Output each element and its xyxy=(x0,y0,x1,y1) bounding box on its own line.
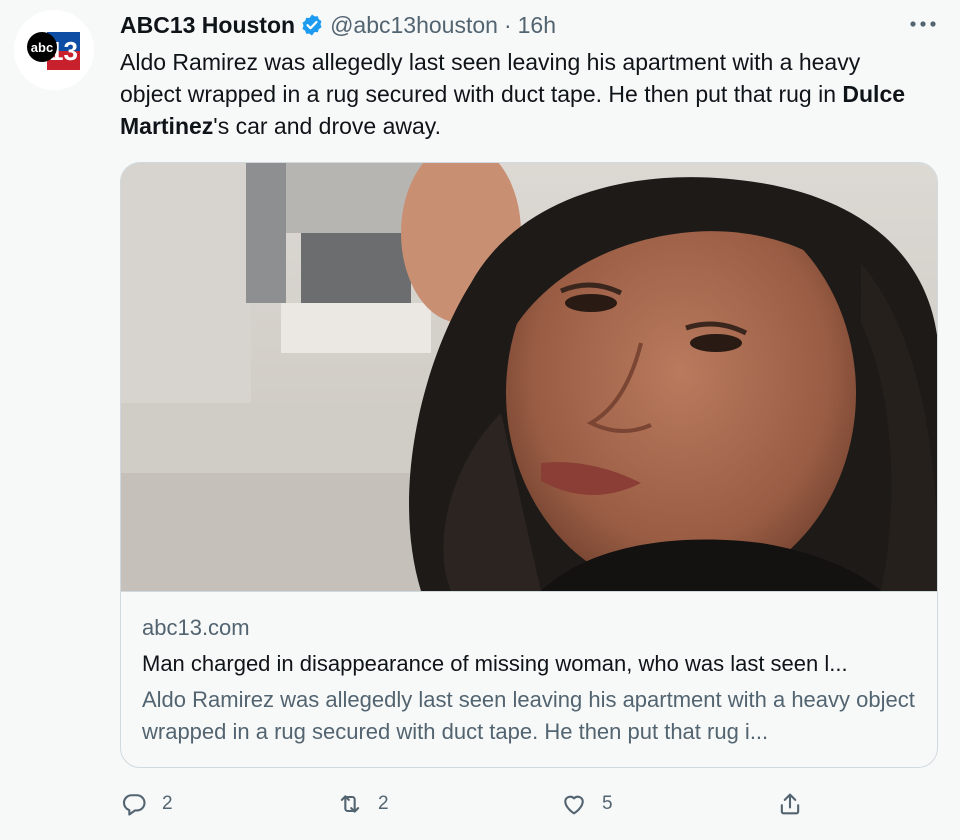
tweet-text-part: 's car and drove away. xyxy=(213,113,441,139)
handle[interactable]: @abc13houston xyxy=(330,12,498,39)
like-button[interactable]: 5 xyxy=(560,786,613,822)
heart-icon xyxy=(564,795,584,815)
tweet-text: Aldo Ramirez was allegedly last seen lea… xyxy=(120,46,920,142)
tweet-text-part: Aldo Ramirez was allegedly last seen lea… xyxy=(120,49,861,107)
woman-photo-image xyxy=(121,163,937,591)
card-image[interactable] xyxy=(121,163,937,591)
like-count: 5 xyxy=(602,793,613,814)
retweet-count: 2 xyxy=(378,793,389,814)
abc13-logo-icon: 13 abc xyxy=(14,10,94,90)
card-description: Aldo Ramirez was allegedly last seen lea… xyxy=(142,687,915,744)
timestamp[interactable]: 16h xyxy=(518,12,556,39)
avatar[interactable]: 13 abc xyxy=(14,10,94,90)
tweet-header: ABC13 Houston @abc13houston · 16h xyxy=(120,8,556,42)
card-domain: abc13.com xyxy=(142,615,250,640)
tweet[interactable]: 13 abc ABC13 Houston @abc13houston · 16h… xyxy=(0,0,960,840)
separator: · xyxy=(503,11,512,38)
retweet-button[interactable]: 2 xyxy=(336,786,389,822)
retweet-icon xyxy=(340,795,360,813)
reply-button[interactable]: 2 xyxy=(120,786,173,822)
display-name[interactable]: ABC13 Houston xyxy=(120,12,295,39)
svg-text:abc: abc xyxy=(31,40,53,55)
more-options-icon xyxy=(910,21,936,27)
action-bar: 2 2 5 xyxy=(120,786,920,822)
verified-badge-icon xyxy=(302,14,322,36)
card-title: Man charged in disappearance of missing … xyxy=(142,651,848,676)
reply-count: 2 xyxy=(162,793,173,814)
card-divider xyxy=(121,591,937,592)
share-icon xyxy=(780,793,800,815)
reply-icon xyxy=(122,794,146,816)
share-button[interactable] xyxy=(776,786,804,822)
link-card[interactable]: abc13.com Man charged in disappearance o… xyxy=(120,162,938,768)
more-options-button[interactable] xyxy=(906,12,940,36)
